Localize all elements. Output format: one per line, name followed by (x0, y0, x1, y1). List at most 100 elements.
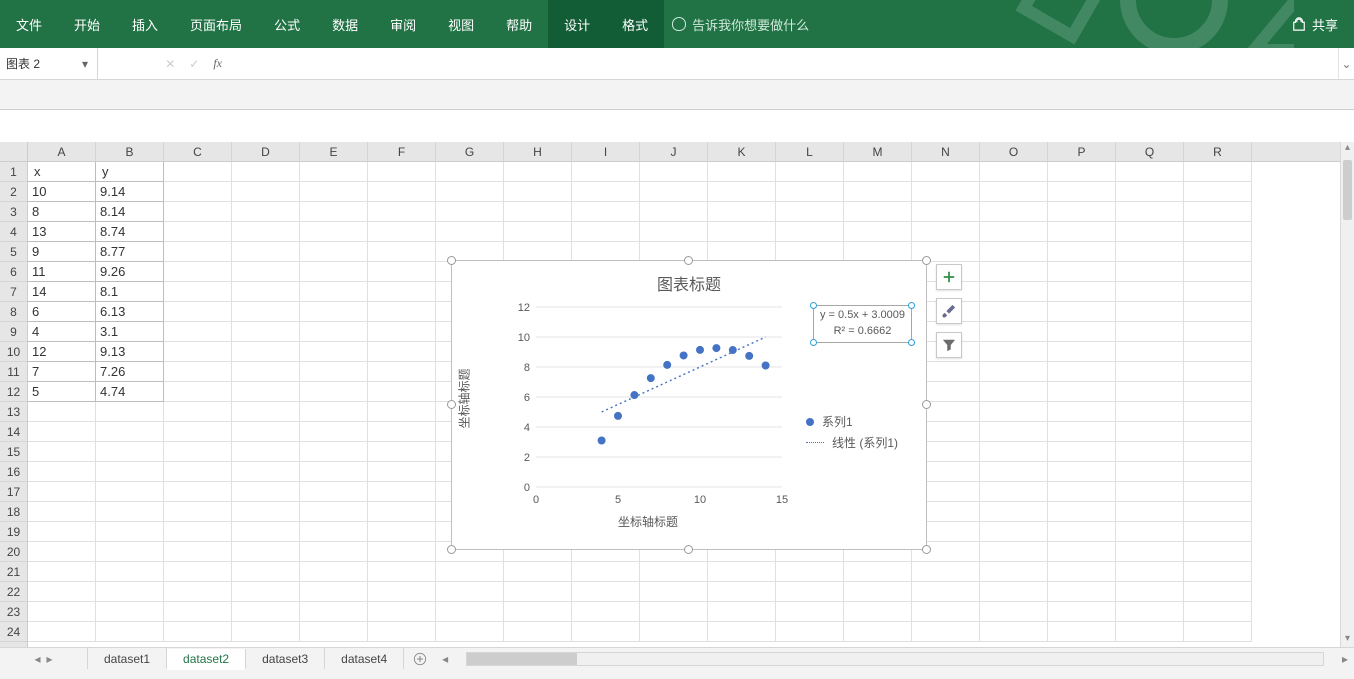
cell[interactable] (164, 382, 232, 402)
row-header[interactable]: 11 (0, 362, 27, 382)
hscroll-track[interactable] (466, 652, 1324, 666)
cell[interactable] (300, 602, 368, 622)
cell[interactable] (1184, 202, 1252, 222)
cell[interactable] (1116, 462, 1184, 482)
cell[interactable] (368, 602, 436, 622)
enter-icon[interactable]: ✓ (189, 57, 199, 71)
cell[interactable] (232, 622, 300, 642)
cell[interactable] (368, 542, 436, 562)
ribbon-tab-data[interactable]: 数据 (316, 0, 374, 48)
eq-handle[interactable] (810, 339, 817, 346)
sheet-tab[interactable]: dataset3 (246, 648, 325, 669)
hscroll-left-icon[interactable]: ◂ (438, 652, 452, 666)
cell[interactable] (164, 182, 232, 202)
cell[interactable] (1116, 282, 1184, 302)
column-header[interactable]: E (300, 142, 368, 161)
cell[interactable] (368, 342, 436, 362)
cell[interactable] (1184, 342, 1252, 362)
cell[interactable] (1048, 182, 1116, 202)
cell[interactable] (164, 262, 232, 282)
cell[interactable] (980, 162, 1048, 182)
cell[interactable] (1048, 242, 1116, 262)
eq-handle[interactable] (810, 302, 817, 309)
cell[interactable] (232, 522, 300, 542)
cell[interactable]: 11 (28, 262, 96, 282)
cell[interactable] (1048, 202, 1116, 222)
chart-handle[interactable] (922, 545, 931, 554)
cell[interactable] (164, 582, 232, 602)
row-header[interactable]: 22 (0, 582, 27, 602)
cell[interactable] (1048, 462, 1116, 482)
cell[interactable] (232, 282, 300, 302)
ribbon-tab-layout[interactable]: 页面布局 (174, 0, 258, 48)
cell[interactable] (572, 162, 640, 182)
row-header[interactable]: 8 (0, 302, 27, 322)
row-header[interactable]: 20 (0, 542, 27, 562)
cell[interactable] (368, 622, 436, 642)
cell[interactable] (980, 562, 1048, 582)
cell[interactable] (232, 602, 300, 622)
cell[interactable] (232, 342, 300, 362)
cell[interactable] (1048, 562, 1116, 582)
cell[interactable] (1116, 322, 1184, 342)
cell[interactable] (1048, 322, 1116, 342)
cell[interactable]: 8.74 (96, 222, 164, 242)
vertical-scrollbar[interactable]: ▴ ▾ (1340, 142, 1354, 647)
cell[interactable] (300, 302, 368, 322)
cell[interactable] (776, 222, 844, 242)
cell[interactable] (1116, 602, 1184, 622)
cell[interactable] (300, 342, 368, 362)
cell[interactable] (980, 482, 1048, 502)
scroll-down-icon[interactable]: ▾ (1341, 633, 1354, 647)
column-header[interactable]: G (436, 142, 504, 161)
cell[interactable] (1116, 522, 1184, 542)
cell[interactable] (1184, 182, 1252, 202)
cell[interactable] (232, 582, 300, 602)
chart-handle[interactable] (684, 545, 693, 554)
cell[interactable] (844, 622, 912, 642)
cell[interactable] (96, 402, 164, 422)
cell[interactable]: 3.1 (96, 322, 164, 342)
cell[interactable] (368, 522, 436, 542)
column-header[interactable]: K (708, 142, 776, 161)
cell[interactable] (980, 222, 1048, 242)
cell[interactable] (572, 622, 640, 642)
worksheet-grid[interactable]: ABCDEFGHIJKLMNOPQR 123456789101112131415… (0, 142, 1354, 647)
cell[interactable]: 4 (28, 322, 96, 342)
cell[interactable] (232, 562, 300, 582)
row-header[interactable]: 10 (0, 342, 27, 362)
chart-elements-button[interactable] (936, 264, 962, 290)
cell[interactable] (28, 442, 96, 462)
cell[interactable] (1048, 262, 1116, 282)
cell[interactable]: 9.14 (96, 182, 164, 202)
cell[interactable] (504, 162, 572, 182)
cell[interactable] (1116, 442, 1184, 462)
chart-handle[interactable] (922, 400, 931, 409)
cell[interactable] (28, 522, 96, 542)
cell[interactable] (436, 162, 504, 182)
cell[interactable] (368, 302, 436, 322)
cell[interactable] (368, 242, 436, 262)
horizontal-scrollbar[interactable]: ◂ ▸ (436, 648, 1354, 669)
cell[interactable] (96, 602, 164, 622)
cell[interactable] (164, 302, 232, 322)
ribbon-tab-view[interactable]: 视图 (432, 0, 490, 48)
cell[interactable] (164, 342, 232, 362)
cell[interactable] (28, 422, 96, 442)
cell[interactable] (164, 162, 232, 182)
cell[interactable] (96, 462, 164, 482)
cell[interactable] (912, 182, 980, 202)
cell[interactable] (912, 162, 980, 182)
ribbon-tab-file[interactable]: 文件 (0, 0, 58, 48)
cell[interactable]: 9.26 (96, 262, 164, 282)
column-header[interactable]: B (96, 142, 164, 161)
column-header[interactable]: H (504, 142, 572, 161)
cell[interactable] (300, 482, 368, 502)
cell[interactable] (232, 442, 300, 462)
cell[interactable] (28, 542, 96, 562)
row-header[interactable]: 12 (0, 382, 27, 402)
cell[interactable] (164, 542, 232, 562)
cell[interactable] (912, 202, 980, 222)
hscroll-right-icon[interactable]: ▸ (1338, 652, 1352, 666)
cell[interactable] (844, 562, 912, 582)
